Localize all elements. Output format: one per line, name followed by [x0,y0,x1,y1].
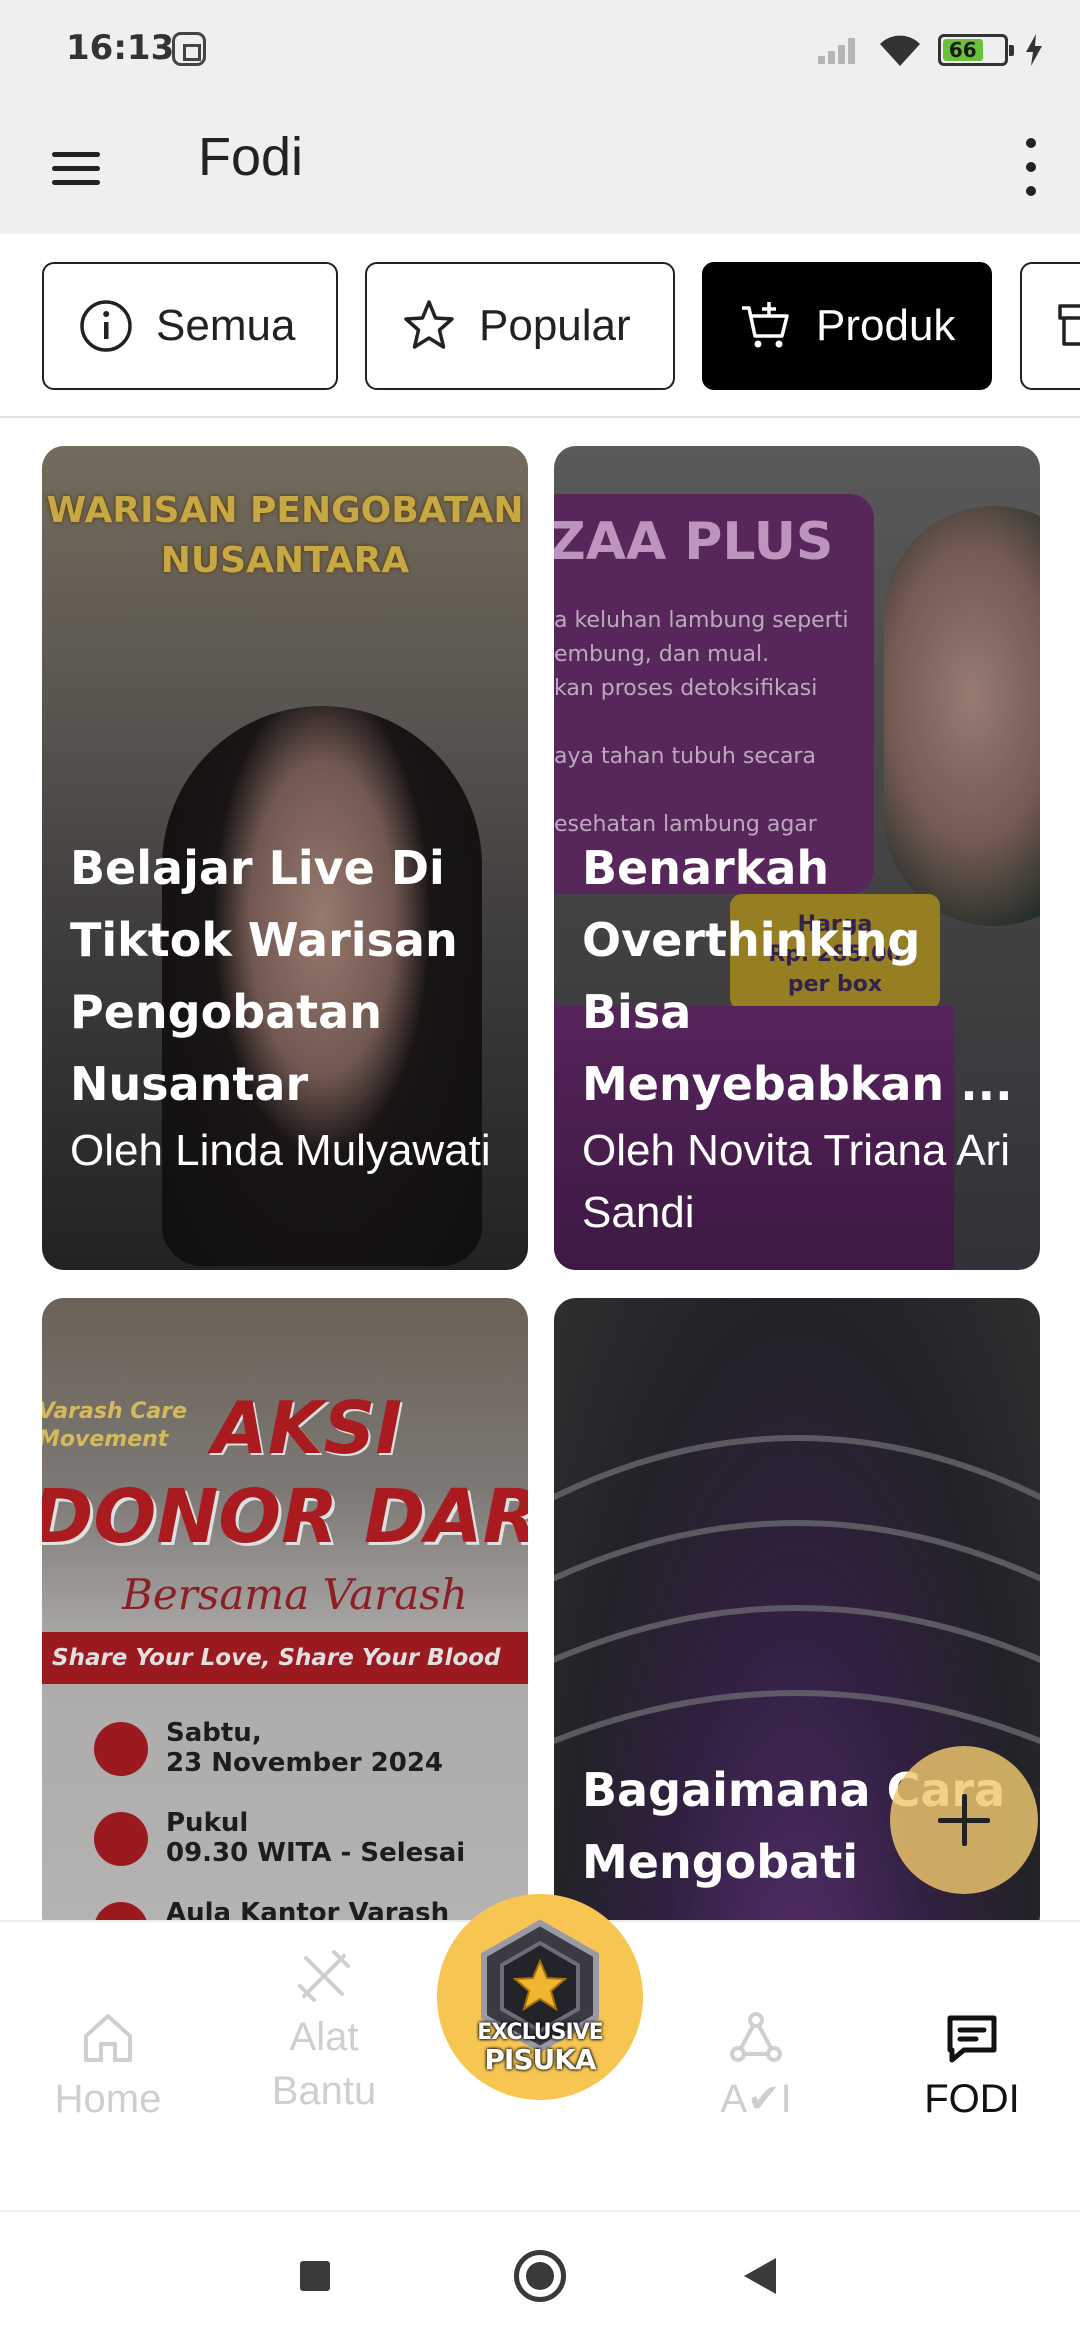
exclusive-badge-icon: EXCLUSIVE PISUKA [470,1917,610,2077]
hamburger-menu-icon[interactable] [46,138,106,198]
status-indicators: 66 [818,30,1044,70]
nav-label: Home [54,2077,162,2121]
filter-chip-produk[interactable]: Produk [702,262,992,390]
mi-notification-icon [172,32,206,66]
card-title: Benarkah Overthinking Bisa Menyebabkan .… [582,841,1013,1111]
nav-label: Alat Bantu [271,2015,377,2113]
nav-label: A✔I [720,2077,792,2121]
card-text: Belajar Live Di Tiktok Warisan Pengobata… [70,832,508,1182]
home-button[interactable] [514,2250,566,2302]
filter-chip-label: Semua [156,301,296,350]
nav-label: FODI [924,2077,1020,2121]
nav-item-ai[interactable]: A✔I [648,1922,864,2212]
more-vertical-icon[interactable] [1010,134,1050,200]
charging-bolt-icon [1026,34,1042,66]
recent-apps-button[interactable] [300,2261,330,2291]
status-bar: 16:13 66 [0,0,1080,100]
store-icon [1058,304,1080,346]
home-icon [84,2014,132,2062]
card-author: Oleh Linda Mulyawati [70,1126,491,1175]
card-text: Benarkah Overthinking Bisa Menyebabkan .… [582,832,1020,1244]
info-icon [80,300,132,352]
chat-message-icon [947,2015,997,2063]
nav-item-home[interactable]: Home [0,1922,216,2212]
filter-chip-semua[interactable]: Semua [42,262,338,390]
tools-icon [298,1950,350,2002]
content-card[interactable]: WARISAN PENGOBATAN NUSANTARA Belajar Liv… [42,446,528,1270]
nav-item-fodi[interactable]: FODI [864,1922,1080,2212]
system-navigation-bar [0,2210,1080,2340]
ai-network-icon [730,2012,782,2062]
filter-chip-label: Produk [816,301,956,350]
cellular-signal-icon [818,36,862,64]
nav-item-alat-bantu[interactable]: Alat Bantu [216,1922,432,2212]
status-time: 16:13 [66,28,175,68]
card-title: Belajar Live Di Tiktok Warisan Pengobata… [70,841,458,1111]
exclusive-badge-text: EXCLUSIVE PISUKA [477,2020,604,2076]
filter-chip-popular[interactable]: Popular [365,262,675,390]
content-card[interactable]: ZAA PLUS a keluhan lambung seperti embun… [554,446,1040,1270]
card-author: Oleh Novita Triana Ari Sandi [582,1126,1010,1237]
app-bar: Fodi [0,100,1080,234]
back-button[interactable] [744,2258,776,2294]
wifi-icon [880,35,920,66]
filter-chips: Semua Popular Produk [0,234,1080,418]
content-card[interactable]: Varash Care Movement AKSI DONOR DARAH Be… [42,1298,528,1938]
battery-icon: 66 [938,34,1014,66]
battery-level: 66 [943,39,983,61]
page-title: Fodi [198,127,304,187]
star-icon [404,300,454,349]
add-post-button[interactable] [890,1746,1038,1894]
exclusive-pisuka-button[interactable]: EXCLUSIVE PISUKA [437,1894,643,2100]
cart-plus-icon [742,302,789,348]
filter-chip-store[interactable] [1020,262,1080,390]
filter-chip-label: Popular [479,301,631,350]
